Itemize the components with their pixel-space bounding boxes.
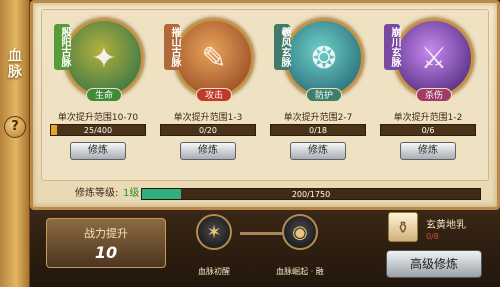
bottom-bar: 战力提升 10 ✶ 血脉初醒 ◉ 血脉崛起 · 融 ⚱ 玄黄地乳 0/8 高级修… — [30, 210, 500, 287]
attr-tag: 生命 — [86, 88, 122, 102]
progress-text: 0/6 — [421, 126, 435, 135]
progress-text: 25/400 — [83, 126, 113, 135]
bottle-icon[interactable]: ⚱ — [388, 212, 418, 242]
advanced-train-button[interactable]: 高级修炼 — [386, 250, 482, 278]
attr-tag: 攻击 — [196, 88, 232, 102]
card-name: 羲风玄脉 — [274, 24, 290, 70]
skill-name: 血脉初醒 — [198, 267, 230, 276]
progress-bar: 25/400 — [50, 124, 146, 136]
side-tab-label: 血脉 — [6, 48, 22, 80]
help-icon[interactable]: ? — [4, 116, 26, 138]
item-count: 0/8 — [426, 232, 439, 241]
card-xifeng: ❂ 羲风玄脉 防护 单次提升范围2-7 0/18 修炼 — [266, 10, 370, 180]
level-label: 修炼等级: — [75, 188, 119, 199]
range-text: 单次提升范围10-70 — [57, 113, 139, 123]
item-name: 玄黄地乳 — [426, 220, 466, 231]
attr-tag: 杀伤 — [416, 88, 452, 102]
card-name: 殷阳古脉 — [54, 24, 70, 70]
awaken-icon[interactable]: ✶ — [196, 214, 232, 250]
cards-area: ✦ 殷阳古脉 生命 单次提升范围10-70 25/400 修炼 ✎ 摧山古脉 攻… — [41, 9, 489, 181]
skill-rise[interactable]: ◉ 血脉崛起 · 融 — [270, 212, 330, 282]
power-label: 战力提升 — [84, 227, 128, 240]
range-text: 单次提升范围1-3 — [173, 113, 243, 123]
side-tab[interactable]: 血脉 ? — [0, 0, 30, 287]
train-button[interactable]: 修炼 — [290, 142, 346, 160]
card-bengchuan: ⚔ 崩川玄脉 杀伤 单次提升范围1-2 0/6 修炼 — [376, 10, 480, 180]
level-value: 1级 — [123, 188, 140, 199]
orb-xifeng-icon[interactable]: ❂ — [284, 18, 364, 98]
range-text: 单次提升范围1-2 — [393, 113, 463, 123]
progress-text: 0/20 — [199, 126, 217, 135]
progress-bar: 0/6 — [380, 124, 476, 136]
train-level-row: 修炼等级: 1级 200/1750 — [75, 187, 495, 201]
card-name: 崩川玄脉 — [384, 24, 400, 70]
orb-cuishan-icon[interactable]: ✎ — [174, 18, 254, 98]
power-value: 10 — [94, 243, 118, 262]
progress-bar: 0/20 — [160, 124, 256, 136]
train-button[interactable]: 修炼 — [70, 142, 126, 160]
orb-bengchuan-icon[interactable]: ⚔ — [394, 18, 474, 98]
attr-tag: 防护 — [306, 88, 342, 102]
level-progress-bar: 200/1750 — [141, 188, 481, 200]
skill-name: 血脉崛起 · 融 — [276, 267, 324, 276]
bloodline-panel: ✦ 殷阳古脉 生命 单次提升范围10-70 25/400 修炼 ✎ 摧山古脉 攻… — [30, 0, 500, 210]
progress-bar: 0/18 — [270, 124, 366, 136]
rise-icon[interactable]: ◉ — [282, 214, 318, 250]
range-text: 单次提升范围2-7 — [283, 113, 353, 123]
skill-awaken[interactable]: ✶ 血脉初醒 — [184, 212, 244, 282]
card-name: 摧山古脉 — [164, 24, 180, 70]
level-progress-text: 200/1750 — [291, 190, 331, 199]
card-yinyang: ✦ 殷阳古脉 生命 单次提升范围10-70 25/400 修炼 — [46, 10, 150, 180]
progress-text: 0/18 — [309, 126, 327, 135]
power-box: 战力提升 10 — [46, 218, 166, 268]
orb-yinyang-icon[interactable]: ✦ — [64, 18, 144, 98]
card-cuishan: ✎ 摧山古脉 攻击 单次提升范围1-3 0/20 修炼 — [156, 10, 260, 180]
train-button[interactable]: 修炼 — [180, 142, 236, 160]
train-button[interactable]: 修炼 — [400, 142, 456, 160]
